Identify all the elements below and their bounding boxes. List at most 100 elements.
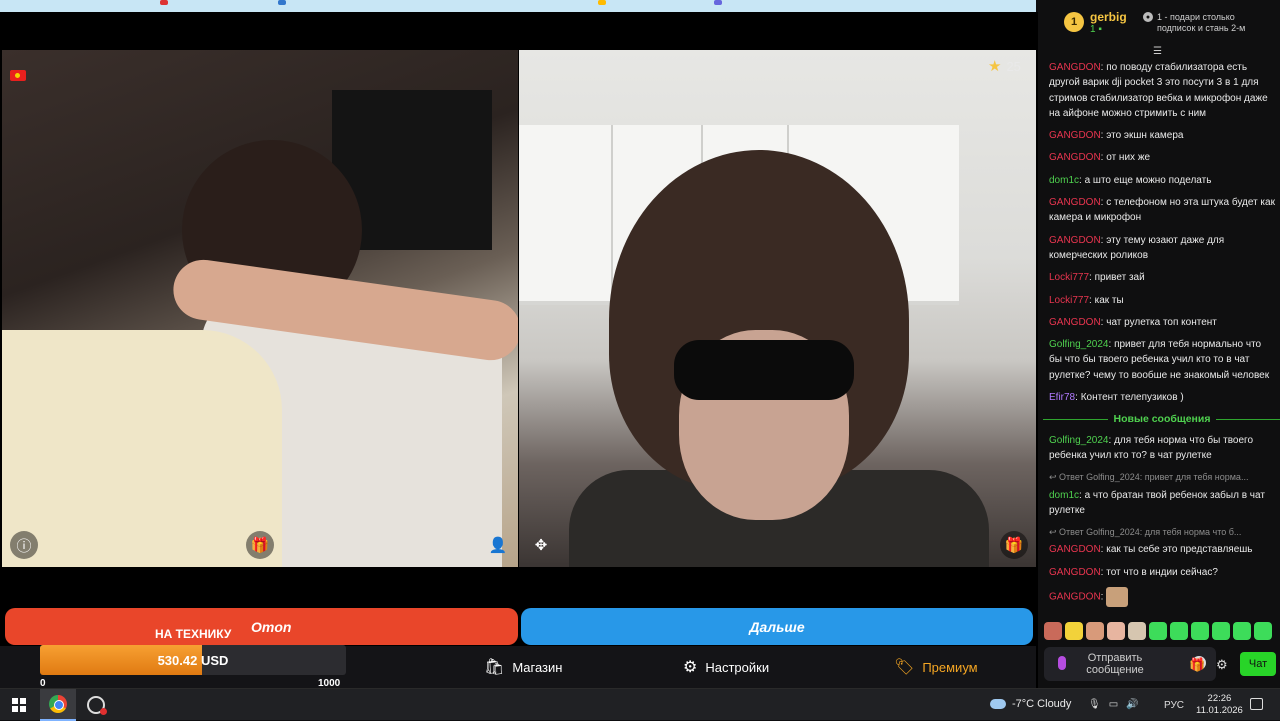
battery-icon[interactable]: ▭: [1109, 699, 1118, 710]
gift-icon[interactable]: 🎁: [1189, 657, 1205, 673]
chat-message: GANGDON:: [1049, 587, 1275, 608]
chrome-taskbar-button[interactable]: [40, 689, 76, 721]
windows-start-icon[interactable]: [12, 698, 26, 712]
clock[interactable]: 22:26 11.01.2026: [1196, 693, 1243, 717]
emote-icon[interactable]: [1128, 622, 1146, 640]
emote-icon[interactable]: [1170, 622, 1188, 640]
gift-hint-text: 1 - подари столько подписок и стань 2-м: [1157, 12, 1246, 33]
stop-button[interactable]: НА ТЕХНИКУ Omon: [5, 608, 518, 645]
gear-icon[interactable]: ⚙: [1216, 657, 1228, 673]
local-video: [2, 50, 518, 567]
premium-button[interactable]: 🏷 Премиум: [894, 657, 978, 677]
chat-nick[interactable]: GANGDON: [1049, 197, 1101, 208]
settings-button[interactable]: ⚙ Настройки: [683, 657, 769, 677]
star-icon: ★: [988, 58, 1002, 75]
chat-nick[interactable]: GANGDON: [1049, 592, 1101, 603]
tab-favicon[interactable]: [160, 0, 168, 5]
chat-message: ↩ Ответ Golfing_2024: для тебя норма что…: [1049, 525, 1275, 558]
emote-icon[interactable]: [1044, 622, 1062, 640]
chat-nick[interactable]: Efir78: [1049, 392, 1075, 403]
premium-label: Премиум: [922, 659, 978, 675]
browser-tab-strip: [0, 0, 1036, 12]
donation-progress: 530.42 USD: [40, 645, 346, 675]
chat-text: чат рулетка топ контент: [1106, 316, 1217, 328]
chat-text: а што еще можно поделать: [1084, 174, 1212, 186]
chat-message: Locki777: как ты: [1049, 293, 1275, 308]
chat-message: Golfing_2024: для тебя норма что бы твое…: [1049, 433, 1275, 464]
next-button[interactable]: Дальше: [521, 608, 1033, 645]
gift-icon[interactable]: 🎁: [1000, 531, 1028, 559]
chat-nick[interactable]: GANGDON: [1049, 62, 1101, 73]
clock-time: 22:26: [1207, 693, 1232, 704]
chat-menu-icon[interactable]: ☰: [1153, 46, 1162, 57]
emote-icon[interactable]: [1233, 622, 1251, 640]
settings-label: Настройки: [705, 659, 770, 675]
chat-message-line: GANGDON: с телефоном но эта штука будет …: [1049, 195, 1275, 226]
emote-icon[interactable]: [1149, 622, 1167, 640]
chat-nick[interactable]: Locki777: [1049, 272, 1089, 283]
chat-message-line: GANGDON: как ты себе это представляешь: [1049, 542, 1275, 557]
top-user-name[interactable]: gerbig: [1090, 10, 1127, 24]
microphone-icon[interactable]: [1058, 656, 1066, 670]
system-tray[interactable]: 🎙 ▭ 🔊: [1088, 699, 1139, 710]
weather-widget[interactable]: -7°C Cloudy: [990, 698, 1071, 710]
language-indicator[interactable]: РУС: [1164, 700, 1184, 711]
chat-nick[interactable]: GANGDON: [1049, 544, 1101, 555]
chat-send-button[interactable]: Чат: [1240, 652, 1276, 676]
divider-line: [1043, 419, 1108, 421]
emote-icon[interactable]: [1107, 622, 1125, 640]
chat-text: привет зай: [1094, 272, 1145, 284]
notification-icon[interactable]: [1250, 698, 1263, 710]
chat-message-line: Golfing_2024: для тебя норма что бы твое…: [1049, 433, 1275, 464]
chat-nick[interactable]: Golfing_2024: [1049, 339, 1109, 350]
chat-text: как ты: [1094, 294, 1124, 306]
info-icon[interactable]: ⓘ: [10, 531, 38, 559]
blanket: [2, 330, 282, 567]
chat-nick[interactable]: Locki777: [1049, 295, 1089, 306]
chat-nick[interactable]: GANGDON: [1049, 152, 1101, 163]
chat-message-line: Golfing_2024: привет для тебя нормально …: [1049, 337, 1275, 383]
clock-date: 11.01.2026: [1196, 705, 1243, 716]
chat-text: тот что в индии сейчас?: [1106, 566, 1218, 578]
gamepad-icon[interactable]: ✥: [527, 531, 555, 559]
chat-input-placeholder: Отправить сообщение: [1086, 652, 1144, 676]
sunglasses: [674, 340, 854, 400]
chat-nick[interactable]: GANGDON: [1049, 317, 1101, 328]
shop-button[interactable]: 🛍 Магазин: [484, 657, 562, 677]
new-messages-label: Новые сообщения: [1113, 413, 1211, 426]
emote-icon[interactable]: [1191, 622, 1209, 640]
remote-video: [519, 50, 1036, 567]
microphone-icon[interactable]: 🎙: [1088, 699, 1101, 710]
chat-message-line: dom1c: а что братан твой ребенок забыл в…: [1049, 488, 1275, 519]
chat-text: Контент телепузиков ): [1080, 392, 1184, 404]
chat-message: GANGDON: с телефоном но эта штука будет …: [1049, 195, 1275, 226]
tab-favicon[interactable]: [714, 0, 722, 5]
reply-quote[interactable]: ↩ Ответ Golfing_2024: для тебя норма что…: [1049, 525, 1275, 540]
progress-value: 530.42 USD: [157, 652, 229, 668]
emote-icon[interactable]: [1086, 622, 1104, 640]
obs-taskbar-button[interactable]: [78, 689, 114, 721]
emote-icon[interactable]: [1212, 622, 1230, 640]
tag-icon: 🏷: [894, 659, 915, 676]
emote-bar: [1044, 622, 1272, 640]
chat-nick[interactable]: Golfing_2024: [1049, 435, 1109, 446]
chat-message: Golfing_2024: привет для тебя нормально …: [1049, 337, 1275, 383]
chat-message: ↩ Ответ Golfing_2024: привет для тебя но…: [1049, 470, 1275, 518]
chat-nick[interactable]: GANGDON: [1049, 235, 1101, 246]
reply-quote[interactable]: ↩ Ответ Golfing_2024: привет для тебя но…: [1049, 470, 1275, 485]
emote-icon[interactable]: [1065, 622, 1083, 640]
chat-nick[interactable]: dom1c: [1049, 490, 1079, 501]
chat-nick[interactable]: GANGDON: [1049, 130, 1101, 141]
kyrgyzstan-flag-icon: [10, 70, 26, 81]
obs-icon: [87, 696, 107, 715]
person-icon[interactable]: 👤: [484, 531, 512, 559]
speaker-icon[interactable]: 🔊: [1126, 699, 1138, 710]
emote-icon[interactable]: [1254, 622, 1272, 640]
tab-favicon[interactable]: [278, 0, 286, 5]
top-user-count: 1 ▪: [1090, 24, 1102, 35]
shopping-bag-icon: 🛍: [484, 659, 505, 676]
tab-favicon[interactable]: [598, 0, 606, 5]
chat-nick[interactable]: GANGDON: [1049, 567, 1101, 578]
gift-icon[interactable]: 🎁: [246, 531, 274, 559]
chat-nick[interactable]: dom1c: [1049, 175, 1079, 186]
